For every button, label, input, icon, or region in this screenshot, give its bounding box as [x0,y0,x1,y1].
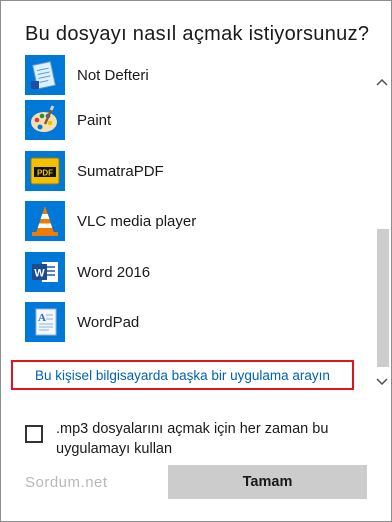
wordpad-icon: A [25,302,65,342]
watermark: Sordum.net [25,474,108,491]
dialog-title: Bu dosyayı nasıl açmak istiyorsunuz? [25,23,370,45]
app-item-word[interactable]: W Word 2016 [25,250,355,294]
always-use-checkbox[interactable] [25,425,43,443]
sumatra-pdf-icon: PDF [25,151,65,191]
scroll-up-arrow-icon[interactable] [373,73,391,91]
scroll-thumb[interactable] [377,229,389,367]
search-link-highlight: Bu kişisel bilgisayarda başka bir uygula… [11,360,354,390]
scroll-down-arrow-icon[interactable] [373,373,391,391]
app-item-notepad[interactable]: Not Defteri [25,53,355,97]
paint-palette-icon [25,100,65,140]
app-label: Word 2016 [77,263,151,281]
always-use-label: .mp3 dosyalarını açmak için her zaman bu… [56,421,329,457]
app-label: Paint [77,111,112,129]
app-item-wordpad[interactable]: A WordPad [25,300,355,344]
notepad-icon [25,55,65,95]
svg-text:A: A [38,312,46,324]
ok-button[interactable]: Tamam [168,465,367,499]
app-label: Not Defteri [77,66,149,84]
app-item-sumatrapdf[interactable]: PDF SumatraPDF [25,149,355,193]
app-list: Not Defteri Paint PDF SumatraPDF VLC med… [1,53,373,403]
svg-text:W: W [34,268,45,280]
app-label: SumatraPDF [77,162,164,180]
open-with-dialog: Bu dosyayı nasıl açmak istiyorsunuz? Not… [0,0,392,522]
app-label: WordPad [77,313,140,331]
svg-text:PDF: PDF [37,169,53,178]
list-scrollbar[interactable] [373,61,391,401]
search-other-app-link[interactable]: Bu kişisel bilgisayarda başka bir uygula… [35,368,330,383]
app-item-paint[interactable]: Paint [25,98,355,142]
app-item-vlc[interactable]: VLC media player [25,199,355,243]
app-label: VLC media player [77,212,197,230]
word-icon: W [25,252,65,292]
vlc-cone-icon [25,201,65,241]
